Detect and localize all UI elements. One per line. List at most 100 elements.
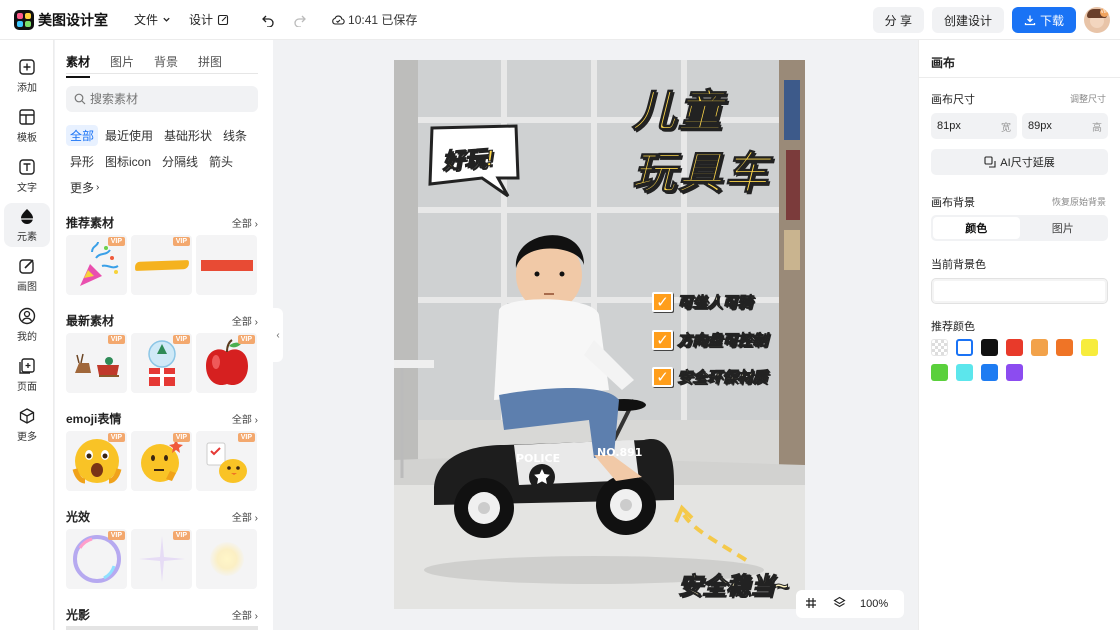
search-input[interactable] — [90, 92, 240, 106]
bottom-text[interactable]: 安全稳当~ — [677, 566, 788, 601]
vip-badge: VIP — [172, 335, 190, 344]
yellow-brush-stroke-icon[interactable]: VIP — [131, 235, 192, 295]
rail-mine-label: 我的 — [17, 332, 37, 343]
bubble-ring-icon[interactable]: VIP — [66, 529, 127, 589]
feature-check-3[interactable]: ✓ 安全环保材质 — [652, 366, 767, 387]
download-button[interactable]: 下载 — [1011, 7, 1076, 33]
redo-button[interactable] — [293, 13, 307, 27]
divider — [919, 77, 1120, 78]
feature-check-2[interactable]: ✓ 方向盘可控制 — [652, 329, 767, 350]
collapse-panel-button[interactable]: ‹ — [273, 308, 283, 362]
thinking-emoji-icon[interactable]: VIP — [131, 431, 192, 491]
shapes-icon — [21, 209, 33, 224]
chip-dividers[interactable]: 分隔线 — [158, 151, 202, 172]
glow-icon[interactable] — [196, 529, 257, 589]
red-apple-icon[interactable]: VIP — [196, 333, 257, 393]
section-all-link[interactable]: 全部 › — [232, 313, 258, 328]
title-line-2[interactable]: 玩具车 — [632, 146, 770, 202]
section-all-label: 全部 — [231, 415, 252, 426]
design-menu[interactable]: 设计 — [189, 11, 229, 28]
color-swatch[interactable] — [1081, 339, 1098, 356]
color-swatch[interactable] — [956, 364, 973, 381]
chip-more[interactable]: 更多 › — [66, 177, 103, 198]
chevron-left-icon: ‹ — [276, 329, 280, 341]
rail-template-label: 模板 — [17, 133, 37, 144]
bubble-text[interactable]: 好玩! — [441, 140, 495, 176]
feature-check-1[interactable]: ✓ 可坐人可骑 — [652, 291, 752, 312]
tab-background[interactable]: 背景 — [154, 53, 178, 78]
color-swatch[interactable] — [956, 339, 973, 356]
current-color-field[interactable] — [931, 278, 1108, 304]
color-swatch[interactable] — [931, 364, 948, 381]
rail-draw[interactable]: 画图 — [4, 253, 50, 297]
color-swatch[interactable] — [981, 364, 998, 381]
chip-recent[interactable]: 最近使用 — [101, 125, 157, 146]
section-all-link[interactable]: 全部 › — [232, 411, 258, 426]
shocked-emoji-icon[interactable]: VIP — [66, 431, 127, 491]
snow-globe-gift-icon[interactable]: VIP — [131, 333, 192, 393]
reindeer-sleigh-icon[interactable]: VIP — [66, 333, 127, 393]
color-swatch[interactable] — [981, 339, 998, 356]
rail-more[interactable]: 更多 — [4, 403, 50, 447]
ai-resize-label: AI尺寸延展 — [1000, 157, 1055, 169]
checkbox-icon: ✓ — [652, 366, 673, 387]
chick-checklist-icon[interactable]: VIP — [196, 431, 257, 491]
color-swatch[interactable] — [931, 339, 948, 356]
app-logo[interactable]: 美图设计室 — [14, 9, 108, 30]
chip-basic-shapes[interactable]: 基础形状 — [160, 125, 216, 146]
rail-elements-label: 元素 — [17, 232, 37, 243]
color-swatch[interactable] — [1031, 339, 1048, 356]
share-button[interactable]: 分 享 — [872, 7, 924, 33]
rail-elements[interactable]: 元素 — [4, 203, 50, 247]
chip-lines[interactable]: 线条 — [219, 125, 251, 146]
search-box[interactable] — [66, 86, 258, 112]
seg-color[interactable]: 颜色 — [933, 217, 1020, 239]
section-all-link[interactable]: 全部 › — [232, 509, 258, 524]
file-menu[interactable]: 文件 — [134, 11, 171, 28]
ai-resize-button[interactable]: AI尺寸延展 — [931, 149, 1108, 175]
reset-bg-link[interactable]: 恢复原始背景 — [1052, 195, 1106, 208]
grid-icon[interactable] — [805, 597, 817, 612]
tab-image[interactable]: 图片 — [110, 53, 134, 78]
section-all-label: 全部 — [231, 611, 252, 622]
chip-arrows[interactable]: 箭头 — [205, 151, 237, 172]
section-all-link[interactable]: 全部 › — [232, 215, 258, 230]
draw-icon — [19, 259, 34, 274]
current-bg-label: 当前背景色 — [931, 259, 986, 271]
color-swatch[interactable] — [1006, 339, 1023, 356]
design-canvas[interactable]: POLICE NO.891 好玩! 儿童 玩具车 ✓ 可坐人可骑 ✓ 方向盘可控… — [394, 60, 805, 609]
chip-irregular[interactable]: 异形 — [66, 151, 98, 172]
width-field[interactable]: 81px 宽 — [931, 113, 1017, 139]
section-all-link[interactable]: 全部 › — [232, 607, 258, 622]
red-bar-icon[interactable] — [196, 235, 257, 295]
zoom-level[interactable]: 100% — [860, 598, 888, 610]
rail-text[interactable]: 文字 — [4, 154, 50, 198]
layers-icon[interactable] — [833, 596, 846, 612]
user-avatar[interactable]: VIP — [1084, 7, 1110, 33]
vip-badge: VIP — [172, 237, 190, 246]
title-line-1[interactable]: 儿童 — [632, 84, 724, 140]
chip-all[interactable]: 全部 — [66, 125, 99, 146]
user-icon — [18, 307, 36, 325]
chip-icons[interactable]: 图标icon — [101, 151, 155, 172]
color-swatch[interactable] — [1056, 339, 1073, 356]
rail-add[interactable]: 添加 — [4, 54, 50, 98]
color-swatch[interactable] — [1006, 364, 1023, 381]
party-popper-icon[interactable]: VIP — [66, 235, 127, 295]
rail-page[interactable]: 页面 — [4, 353, 50, 397]
cube-icon — [19, 408, 35, 424]
rail-text-label: 文字 — [17, 183, 37, 194]
adjust-size-link[interactable]: 调整尺寸 — [1070, 92, 1106, 105]
tab-material[interactable]: 素材 — [66, 53, 91, 78]
rail-mine[interactable]: 我的 — [4, 303, 50, 347]
height-field[interactable]: 89px 高 — [1022, 113, 1108, 139]
chevron-right-icon: › — [96, 182, 100, 193]
chevron-right-icon: › — [254, 513, 258, 524]
save-status-text: 10:41 已保存 — [348, 13, 418, 27]
create-design-button[interactable]: 创建设计 — [931, 7, 1004, 33]
seg-image[interactable]: 图片 — [1020, 217, 1107, 239]
rail-template[interactable]: 模板 — [4, 104, 50, 148]
undo-button[interactable] — [261, 13, 275, 27]
tab-collage[interactable]: 拼图 — [198, 53, 222, 78]
sparkle-star-icon[interactable]: VIP — [131, 529, 192, 589]
